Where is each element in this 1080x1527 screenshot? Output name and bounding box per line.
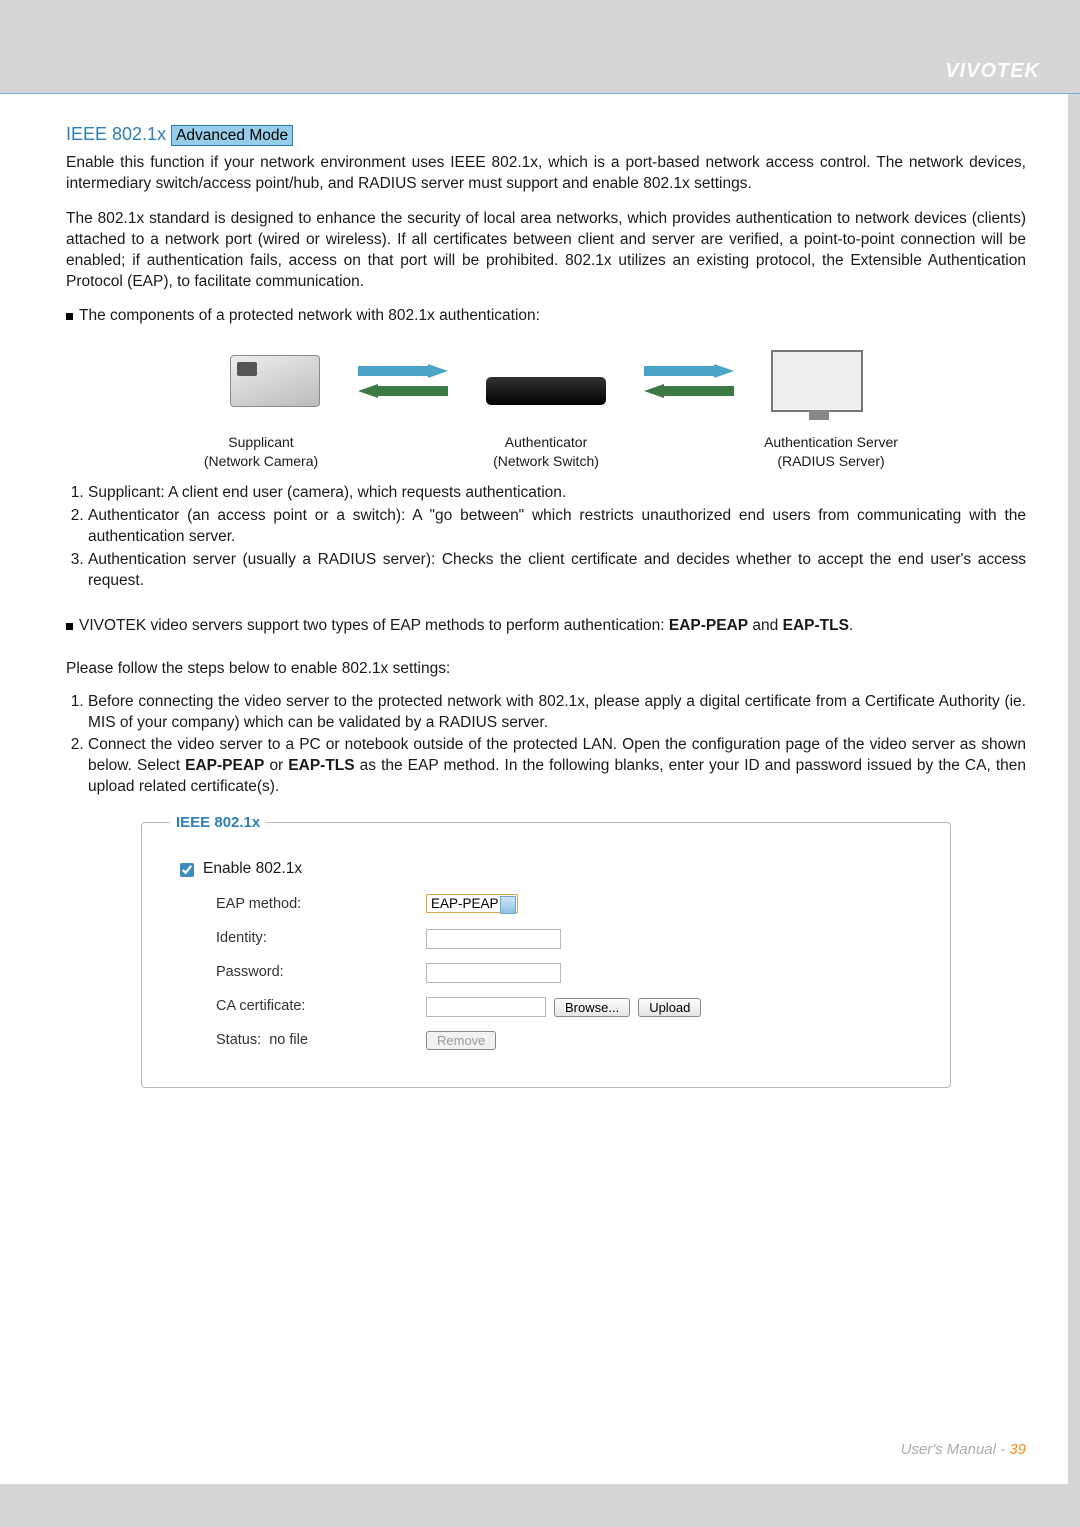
page-header: VIVOTEK [0, 0, 1080, 94]
upload-button[interactable]: Upload [638, 998, 701, 1017]
authenticator-sub: (Network Switch) [451, 452, 641, 471]
network-diagram: Supplicant (Network Camera) Authenticato… [166, 345, 926, 471]
server-label: Authentication Server (RADIUS Server) [736, 433, 926, 471]
arrow-left-icon [358, 384, 448, 398]
bullet-square-icon [66, 313, 73, 320]
arrow-right-icon [644, 364, 734, 378]
authenticator-label: Authenticator (Network Switch) [451, 433, 641, 471]
browse-button[interactable]: Browse... [554, 998, 630, 1017]
def-server: Authentication server (usually a RADIUS … [88, 550, 1026, 592]
eap-line-prefix: VIVOTEK video servers support two types … [79, 617, 669, 634]
server-device-icon [762, 345, 872, 417]
eap-method-label: EAP method: [176, 895, 426, 915]
bullet-square-icon [66, 623, 73, 630]
eap-line-suffix: . [849, 617, 853, 634]
section-title-prefix: IEEE 802.1x [66, 124, 166, 144]
eap-methods-bullet: VIVOTEK video servers support two types … [66, 616, 1026, 637]
ca-cert-label: CA certificate: [176, 997, 426, 1017]
enable-8021x-checkbox[interactable] [180, 863, 194, 877]
footer-manual: User's Manual - [901, 1441, 1010, 1458]
password-label: Password: [176, 963, 426, 983]
bidir-arrows-1 [358, 364, 448, 398]
status-value: no file [269, 1032, 308, 1048]
remove-button[interactable]: Remove [426, 1031, 496, 1050]
eap-peap-bold: EAP-PEAP [669, 617, 748, 634]
eap-tls-bold: EAP-TLS [783, 617, 849, 634]
ca-cert-filename-input[interactable] [426, 997, 546, 1017]
step-2-eap-peap: EAP-PEAP [185, 757, 264, 774]
enable-8021x-label: Enable 802.1x [203, 859, 302, 880]
step-1: Before connecting the video server to th… [88, 692, 1026, 734]
supplicant-title: Supplicant [166, 433, 356, 452]
arrow-right-icon [358, 364, 448, 378]
authenticator-device-icon [476, 345, 616, 417]
brand-logo: VIVOTEK [945, 58, 1040, 85]
eap-method-select-wrap[interactable]: EAP-PEAP [426, 894, 518, 915]
component-definitions: Supplicant: A client end user (camera), … [66, 483, 1026, 592]
identity-input[interactable] [426, 929, 561, 949]
step-2-eap-tls: EAP-TLS [288, 757, 354, 774]
intro-paragraph-2: The 802.1x standard is designed to enhan… [66, 209, 1026, 293]
page-footer: User's Manual - 39 [901, 1440, 1026, 1460]
arrow-left-icon [644, 384, 734, 398]
intro-paragraph-1: Enable this function if your network env… [66, 153, 1026, 195]
eap-method-select[interactable]: EAP-PEAP [426, 894, 518, 913]
def-authenticator: Authenticator (an access point or a swit… [88, 506, 1026, 548]
ieee-8021x-panel: IEEE 802.1x Enable 802.1x EAP method: EA… [141, 822, 951, 1087]
password-input[interactable] [426, 963, 561, 983]
components-intro-text: The components of a protected network wi… [79, 306, 540, 327]
status-row: Status: no file [176, 1031, 426, 1051]
footer-page-number: 39 [1009, 1441, 1026, 1458]
step-2: Connect the video server to a PC or note… [88, 735, 1026, 798]
authenticator-title: Authenticator [451, 433, 641, 452]
components-intro: The components of a protected network wi… [66, 306, 1026, 327]
steps-list: Before connecting the video server to th… [66, 692, 1026, 799]
steps-intro: Please follow the steps below to enable … [66, 659, 1026, 680]
page-body: IEEE 802.1x Advanced Mode Enable this fu… [0, 94, 1068, 1484]
server-sub: (RADIUS Server) [736, 452, 926, 471]
identity-label: Identity: [176, 929, 426, 949]
advanced-mode-badge: Advanced Mode [171, 125, 293, 146]
server-title: Authentication Server [736, 433, 926, 452]
supplicant-label: Supplicant (Network Camera) [166, 433, 356, 471]
bidir-arrows-2 [644, 364, 734, 398]
eap-line-mid: and [748, 617, 782, 634]
supplicant-device-icon [220, 345, 330, 417]
step-2-mid: or [264, 757, 288, 774]
supplicant-sub: (Network Camera) [166, 452, 356, 471]
status-prefix: Status: [216, 1032, 261, 1048]
panel-legend: IEEE 802.1x [170, 813, 266, 833]
def-supplicant: Supplicant: A client end user (camera), … [88, 483, 1026, 504]
section-heading: IEEE 802.1x Advanced Mode [66, 122, 1026, 147]
